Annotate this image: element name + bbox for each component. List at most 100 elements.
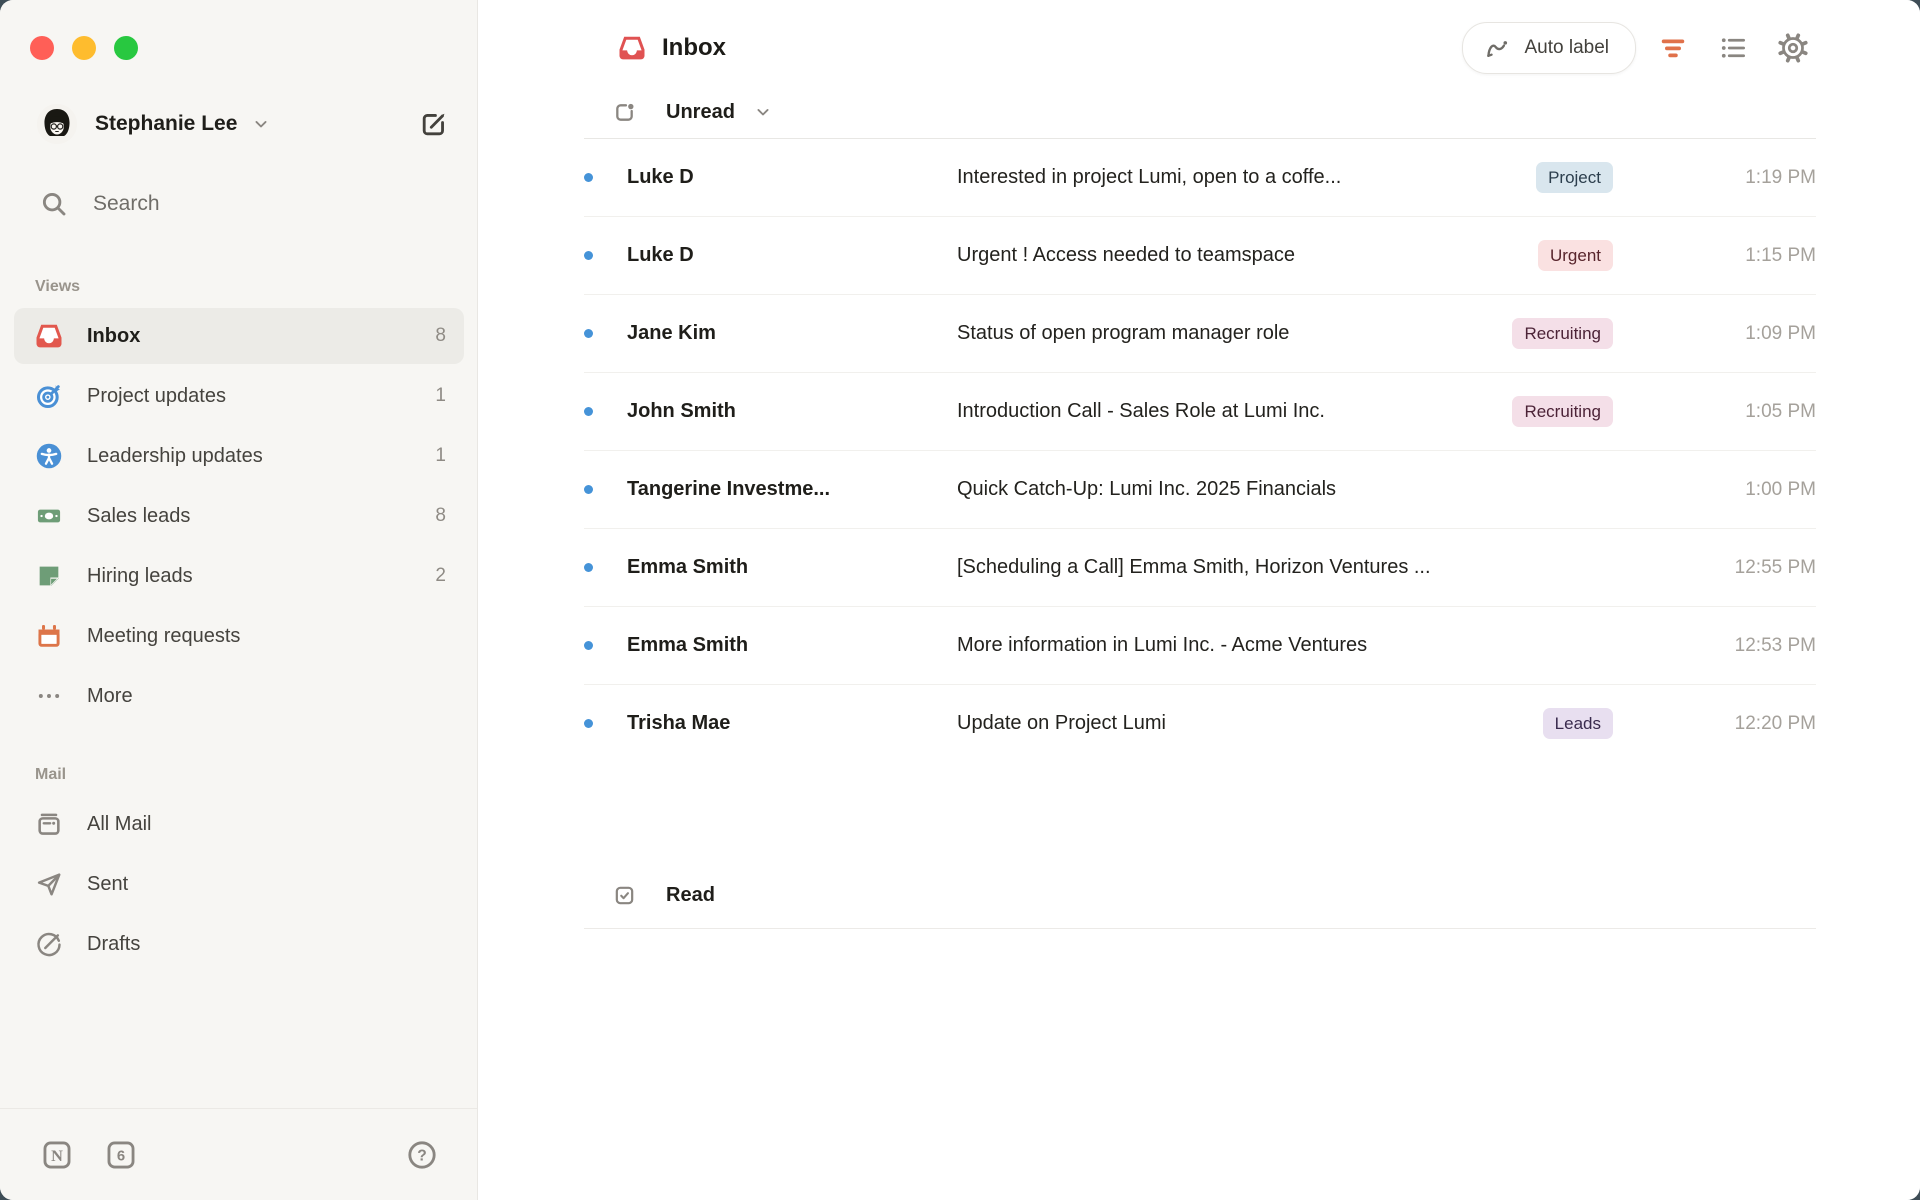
mail-app-window: Stephanie Lee Search ViewsInbox8Project … bbox=[0, 0, 1920, 1200]
sidebar-item-label: More bbox=[87, 685, 133, 708]
unread-dot-icon bbox=[584, 641, 593, 650]
email-sender: Tangerine Investme... bbox=[627, 478, 957, 501]
sidebar-item-label: Drafts bbox=[87, 933, 140, 956]
main-panel: Inbox Auto label Unread Luke DInterest bbox=[478, 0, 1920, 1200]
email-sender: Luke D bbox=[627, 166, 957, 189]
email-sender: Emma Smith bbox=[627, 634, 957, 657]
email-time: 12:53 PM bbox=[1676, 635, 1816, 657]
email-row[interactable]: Trisha MaeUpdate on Project LumiLeads12:… bbox=[584, 685, 1816, 762]
settings-button[interactable] bbox=[1770, 25, 1816, 71]
user-name: Stephanie Lee bbox=[95, 112, 237, 136]
email-subject: Quick Catch-Up: Lumi Inc. 2025 Financial… bbox=[957, 478, 1660, 501]
sidebar-item-label: Inbox bbox=[87, 325, 140, 348]
person-circle-icon bbox=[34, 441, 64, 471]
target-icon bbox=[34, 381, 64, 411]
unread-dot-icon bbox=[584, 407, 593, 416]
section-title: Mail bbox=[35, 766, 477, 784]
search-input[interactable]: Search bbox=[18, 182, 463, 226]
email-row[interactable]: John SmithIntroduction Call - Sales Role… bbox=[584, 373, 1816, 451]
page-title: Inbox bbox=[662, 34, 726, 62]
email-tag-badge[interactable]: Urgent bbox=[1538, 240, 1613, 271]
email-tag-badge[interactable]: Project bbox=[1536, 162, 1613, 193]
email-tag-badge[interactable]: Recruiting bbox=[1512, 396, 1613, 427]
list-view-button[interactable] bbox=[1710, 25, 1756, 71]
email-sender: John Smith bbox=[627, 400, 957, 423]
unread-count: 2 bbox=[435, 565, 446, 587]
close-button[interactable] bbox=[30, 36, 54, 60]
email-subject: Status of open program manager role bbox=[957, 322, 1496, 345]
svg-text:N: N bbox=[51, 1146, 63, 1165]
send-icon bbox=[34, 869, 64, 899]
read-group-header[interactable]: Read bbox=[584, 862, 1816, 929]
banknote-icon bbox=[34, 501, 64, 531]
help-icon[interactable]: ? bbox=[405, 1138, 439, 1172]
unread-count: 1 bbox=[435, 445, 446, 467]
notion-logo-icon[interactable]: N bbox=[40, 1138, 74, 1172]
toolbar: Auto label bbox=[1462, 22, 1816, 74]
email-row[interactable]: Emma Smith[Scheduling a Call] Emma Smith… bbox=[584, 529, 1816, 607]
sidebar-item-hiring-leads[interactable]: Hiring leads2 bbox=[14, 548, 464, 604]
sidebar-item-label: Leadership updates bbox=[87, 445, 263, 468]
drafts-icon bbox=[34, 929, 64, 959]
email-row[interactable]: Tangerine Investme...Quick Catch-Up: Lum… bbox=[584, 451, 1816, 529]
read-checkbox-icon bbox=[613, 884, 636, 907]
sidebar-footer: N 6 ? bbox=[0, 1108, 477, 1200]
email-tag-badge[interactable]: Leads bbox=[1543, 708, 1613, 739]
filter-button[interactable] bbox=[1650, 25, 1696, 71]
account-switcher[interactable]: Stephanie Lee bbox=[37, 100, 449, 148]
email-tag-badge[interactable]: Recruiting bbox=[1512, 318, 1613, 349]
unread-count: 8 bbox=[435, 505, 446, 527]
unread-group-label: Unread bbox=[666, 101, 735, 124]
inbox-icon bbox=[617, 33, 647, 63]
email-time: 1:15 PM bbox=[1676, 245, 1816, 267]
email-time: 1:05 PM bbox=[1676, 401, 1816, 423]
minimize-button[interactable] bbox=[72, 36, 96, 60]
unread-dot-icon bbox=[584, 563, 593, 572]
unread-dot-icon bbox=[584, 173, 593, 182]
email-subject: More information in Lumi Inc. - Acme Ven… bbox=[957, 634, 1660, 657]
email-row[interactable]: Jane KimStatus of open program manager r… bbox=[584, 295, 1816, 373]
sidebar-item-project-updates[interactable]: Project updates 1 bbox=[14, 368, 464, 424]
sidebar: Stephanie Lee Search ViewsInbox8Project … bbox=[0, 0, 478, 1200]
sidebar-item-more[interactable]: More bbox=[14, 668, 464, 724]
email-subject: Introduction Call - Sales Role at Lumi I… bbox=[957, 400, 1496, 423]
zoom-button[interactable] bbox=[114, 36, 138, 60]
email-time: 1:19 PM bbox=[1676, 167, 1816, 189]
unread-dot-icon bbox=[584, 251, 593, 260]
sidebar-item-leadership-updates[interactable]: Leadership updates 1 bbox=[14, 428, 464, 484]
chevron-down-icon bbox=[251, 114, 271, 134]
email-subject: Urgent ! Access needed to teamspace bbox=[957, 244, 1522, 267]
sidebar-item-label: Project updates bbox=[87, 385, 226, 408]
email-time: 1:00 PM bbox=[1676, 479, 1816, 501]
all-mail-icon bbox=[34, 809, 64, 839]
note-icon bbox=[34, 561, 64, 591]
sidebar-item-drafts[interactable]: Drafts bbox=[14, 916, 464, 972]
sidebar-item-sales-leads[interactable]: Sales leads 8 bbox=[14, 488, 464, 544]
svg-text:?: ? bbox=[417, 1147, 427, 1164]
svg-text:6: 6 bbox=[117, 1148, 125, 1164]
sidebar-item-sent[interactable]: Sent bbox=[14, 856, 464, 912]
calendar-app-icon[interactable]: 6 bbox=[104, 1138, 138, 1172]
sidebar-item-label: All Mail bbox=[87, 813, 151, 836]
auto-label-button[interactable]: Auto label bbox=[1462, 22, 1636, 74]
sidebar-item-all-mail[interactable]: All Mail bbox=[14, 796, 464, 852]
avatar bbox=[37, 104, 77, 144]
email-time: 1:09 PM bbox=[1676, 323, 1816, 345]
auto-label-icon bbox=[1483, 35, 1510, 62]
unread-group-header[interactable]: Unread bbox=[584, 86, 1816, 139]
sidebar-item-label: Sales leads bbox=[87, 505, 190, 528]
email-row[interactable]: Emma SmithMore information in Lumi Inc. … bbox=[584, 607, 1816, 685]
email-row[interactable]: Luke DInterested in project Lumi, open t… bbox=[584, 139, 1816, 217]
unread-count: 8 bbox=[435, 325, 446, 347]
search-placeholder: Search bbox=[93, 192, 160, 216]
sidebar-item-inbox[interactable]: Inbox 8 bbox=[14, 308, 464, 364]
email-subject: [Scheduling a Call] Emma Smith, Horizon … bbox=[957, 556, 1660, 579]
compose-button[interactable] bbox=[418, 109, 449, 140]
email-list: Luke DInterested in project Lumi, open t… bbox=[584, 139, 1816, 762]
chevron-down-icon bbox=[753, 102, 773, 122]
email-row[interactable]: Luke DUrgent ! Access needed to teamspac… bbox=[584, 217, 1816, 295]
email-time: 12:20 PM bbox=[1676, 713, 1816, 735]
sidebar-item-meeting-requests[interactable]: Meeting requests bbox=[14, 608, 464, 664]
unread-count: 1 bbox=[435, 385, 446, 407]
calendar-icon bbox=[34, 621, 64, 651]
